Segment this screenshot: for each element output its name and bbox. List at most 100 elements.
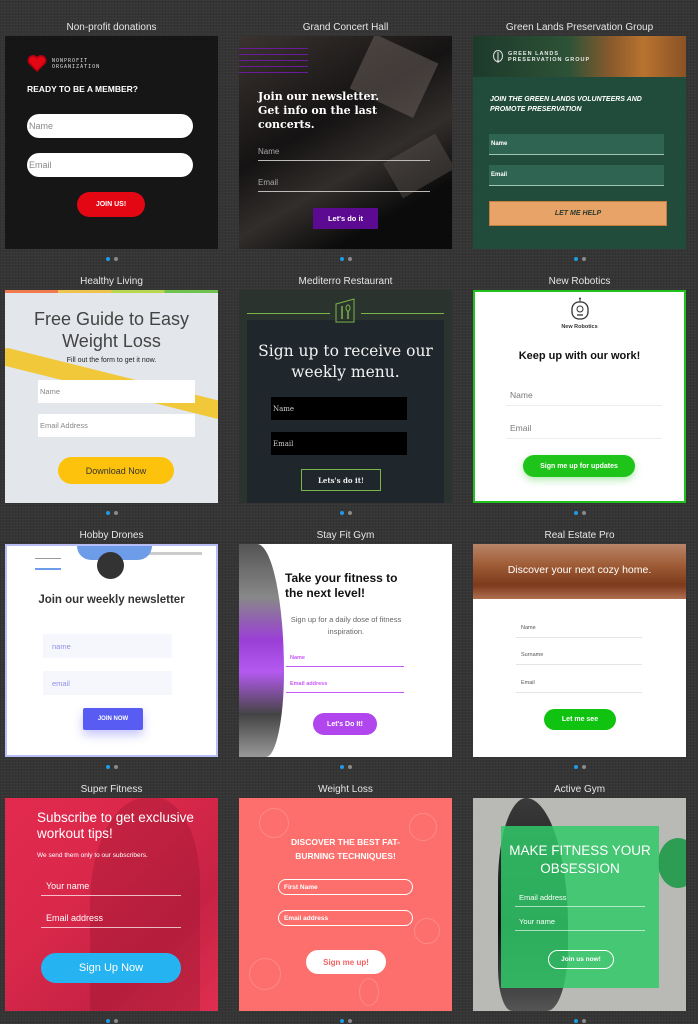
email-field[interactable]: Email	[506, 417, 662, 439]
carousel-dot-2[interactable]	[113, 511, 118, 515]
email-field[interactable]: Email	[258, 174, 430, 192]
first-name-field[interactable]: First Name	[278, 879, 413, 895]
template-tile-concert-hall[interactable]: Grand Concert Hall Join our newsletter. …	[239, 8, 452, 269]
template-preview[interactable]: GREEN LANDS PRESERVATION GROUP JOIN THE …	[473, 36, 686, 249]
template-title: Stay Fit Gym	[316, 530, 375, 541]
submit-button[interactable]: Let's Do It!	[313, 713, 377, 735]
template-preview[interactable]: DISCOVER THE BEST FAT-BURNING TECHNIQUES…	[239, 798, 452, 1011]
carousel-dot-2[interactable]	[581, 511, 586, 515]
carousel-dot-1[interactable]	[105, 765, 110, 769]
carousel-dot-2[interactable]	[113, 1019, 118, 1023]
carousel-dot-1[interactable]	[339, 765, 344, 769]
template-tile-new-robotics[interactable]: New Robotics New Robotics Keep up with o…	[473, 262, 686, 523]
email-field[interactable]: Email	[489, 165, 664, 186]
carousel-dot-1[interactable]	[573, 765, 578, 769]
carousel-dot-1[interactable]	[339, 257, 344, 261]
decorative-lines	[239, 48, 308, 78]
name-field[interactable]: Name	[506, 384, 662, 406]
carousel-dot-1[interactable]	[105, 257, 110, 261]
template-tile-healthy-living[interactable]: Healthy Living Free Guide to Easy Weight…	[5, 262, 218, 523]
submit-button[interactable]: Let me see	[544, 709, 616, 730]
carousel-dot-2[interactable]	[581, 765, 586, 769]
carousel-dot-1[interactable]	[573, 257, 578, 261]
carousel-dot-2[interactable]	[347, 1019, 352, 1023]
carousel-dot-1[interactable]	[105, 1019, 110, 1023]
email-field[interactable]: email	[43, 671, 172, 695]
name-field[interactable]: Name	[489, 134, 664, 155]
carousel-dot-1[interactable]	[573, 511, 578, 515]
ball-image	[658, 838, 686, 888]
template-preview[interactable]: Join our weekly newsletter name email JO…	[5, 544, 218, 757]
carousel-dot-2[interactable]	[347, 511, 352, 515]
template-preview[interactable]: Discover your next cozy home. Name Surna…	[473, 544, 686, 757]
name-field[interactable]: Your name	[515, 913, 645, 931]
template-title: Non-profit donations	[66, 22, 157, 33]
doodle-pattern	[259, 808, 289, 838]
signup-button[interactable]: Sign me up for updates	[523, 455, 635, 477]
form-heading: READY TO BE A MEMBER?	[27, 84, 138, 94]
template-tile-weight-loss[interactable]: Weight Loss DISCOVER THE BEST FAT-BURNIN…	[239, 770, 452, 1024]
surname-field[interactable]: Surname	[516, 646, 642, 665]
template-tile-stay-fit-gym[interactable]: Stay Fit Gym Take your fitness to the ne…	[239, 516, 452, 777]
template-title: Healthy Living	[80, 276, 143, 287]
carousel-dot-2[interactable]	[113, 765, 118, 769]
name-field[interactable]: Name	[516, 619, 642, 638]
name-field[interactable]: Name	[286, 650, 404, 667]
form-heading: Sign up to receive our weekly menu.	[258, 342, 433, 381]
template-tile-green-lands[interactable]: Green Lands Preservation Group GREEN LAN…	[473, 8, 686, 269]
tree-logo-icon	[493, 50, 503, 63]
join-button[interactable]: JOIN US!	[77, 192, 145, 217]
template-title: Super Fitness	[80, 784, 143, 795]
submit-button[interactable]: Lets's do it!	[301, 469, 381, 491]
carousel-dot-2[interactable]	[347, 765, 352, 769]
email-field[interactable]: Email Address	[38, 414, 195, 437]
template-preview[interactable]: Sign up to receive our weekly menu. Name…	[239, 290, 452, 503]
template-preview[interactable]: New Robotics Keep up with our work! Name…	[473, 290, 686, 503]
template-tile-active-gym[interactable]: Active Gym MAKE FITNESS YOUR OBSESSION E…	[473, 770, 686, 1024]
template-preview[interactable]: Free Guide to Easy Weight Loss Fill out …	[5, 290, 218, 503]
carousel-dot-2[interactable]	[347, 257, 352, 261]
download-button[interactable]: Download Now	[58, 457, 174, 484]
name-field[interactable]: Name	[38, 380, 195, 403]
name-field[interactable]: Name	[271, 397, 407, 420]
template-preview[interactable]: Take your fitness to the next level! Sig…	[239, 544, 452, 757]
drone-image	[147, 552, 202, 555]
name-field[interactable]: Name	[27, 114, 193, 138]
join-button[interactable]: Join us now!	[548, 950, 614, 969]
carousel-dot-1[interactable]	[573, 1019, 578, 1023]
template-preview[interactable]: Join our newsletter. Get info on the las…	[239, 36, 452, 249]
template-tile-hobby-drones[interactable]: Hobby Drones Join our weekly newsletter …	[5, 516, 218, 777]
email-field[interactable]: Email address	[286, 676, 404, 693]
signup-button[interactable]: Sign Up Now	[41, 953, 181, 983]
join-button[interactable]: JOIN NOW	[83, 708, 143, 730]
template-preview[interactable]: MAKE FITNESS YOUR OBSESSION Email addres…	[473, 798, 686, 1011]
template-tile-nonprofit[interactable]: Non-profit donations NONPROFIT ORGANIZAT…	[5, 8, 218, 269]
name-field[interactable]: Name	[258, 143, 430, 161]
email-field[interactable]: Email address	[41, 908, 181, 928]
form-subheading: Fill out the form to get it now.	[66, 357, 157, 364]
carousel-dot-1[interactable]	[339, 1019, 344, 1023]
email-field[interactable]: Email address	[278, 910, 413, 926]
help-button[interactable]: LET ME HELP	[489, 201, 667, 226]
carousel-dot-2[interactable]	[581, 257, 586, 261]
template-title: Grand Concert Hall	[302, 22, 389, 33]
email-field[interactable]: Email	[27, 153, 193, 177]
carousel-dot-1[interactable]	[339, 511, 344, 515]
submit-button[interactable]: Let's do it	[313, 208, 378, 229]
template-tile-mediterro[interactable]: Mediterro Restaurant Sign up to receive …	[239, 262, 452, 523]
menu-cutlery-icon	[335, 298, 355, 323]
name-field[interactable]: Your name	[41, 876, 181, 896]
signup-button[interactable]: Sign me up!	[306, 950, 386, 974]
template-preview[interactable]: Subscribe to get exclusive workout tips!…	[5, 798, 218, 1011]
template-preview[interactable]: NONPROFIT ORGANIZATION READY TO BE A MEM…	[5, 36, 218, 249]
name-field[interactable]: name	[43, 634, 172, 658]
form-heading: Subscribe to get exclusive workout tips!	[37, 810, 194, 841]
carousel-dot-2[interactable]	[113, 257, 118, 261]
template-tile-super-fitness[interactable]: Super Fitness Subscribe to get exclusive…	[5, 770, 218, 1024]
email-field[interactable]: Email address	[515, 889, 645, 907]
carousel-dot-2[interactable]	[581, 1019, 586, 1023]
carousel-dot-1[interactable]	[105, 511, 110, 515]
email-field[interactable]: Email	[271, 432, 407, 455]
template-tile-real-estate[interactable]: Real Estate Pro Discover your next cozy …	[473, 516, 686, 777]
email-field[interactable]: Email	[516, 674, 642, 693]
